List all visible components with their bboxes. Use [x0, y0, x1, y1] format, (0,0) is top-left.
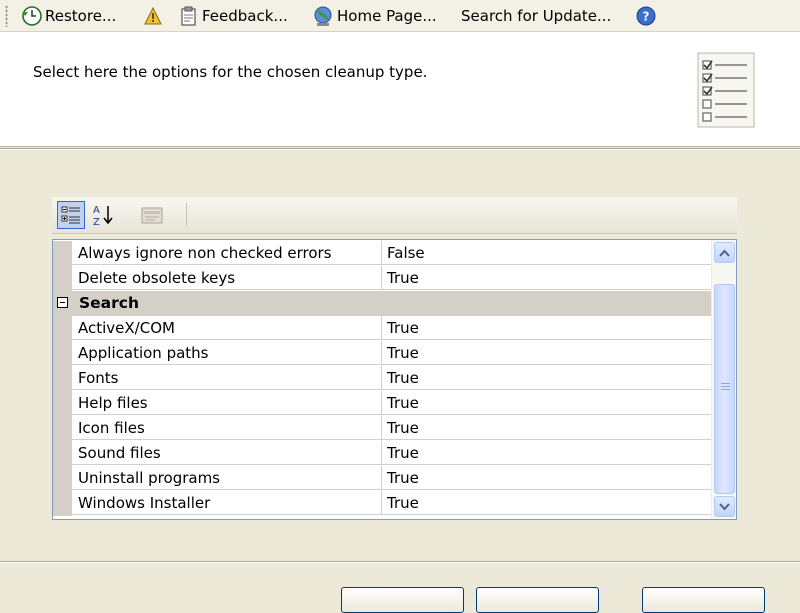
property-grid[interactable]: Always ignore non checked errors False Del… [52, 239, 737, 520]
row-margin [53, 441, 72, 466]
property-value[interactable]: True [382, 491, 711, 515]
property-grid-toolbar: A Z [52, 197, 737, 234]
home-page-label: Home Page... [337, 7, 437, 25]
property-value[interactable]: True [382, 466, 711, 490]
property-row[interactable]: Always ignore non checked errors False [53, 241, 711, 266]
row-margin [53, 416, 72, 441]
help-button[interactable]: ? [635, 2, 660, 30]
toolbar-grip[interactable] [5, 5, 8, 27]
property-name: Icon files [72, 416, 382, 440]
property-row[interactable]: Application paths True [53, 341, 711, 366]
alphabetical-sort-icon: A Z [93, 205, 113, 228]
svg-text:Z: Z [93, 217, 100, 228]
row-margin [53, 391, 72, 416]
property-name: Always ignore non checked errors [72, 241, 382, 265]
property-name: Help files [72, 391, 382, 415]
categorized-view-button[interactable] [57, 201, 85, 229]
dialog-button-1[interactable] [341, 587, 464, 613]
property-pages-icon [141, 207, 163, 224]
row-margin [53, 241, 72, 266]
property-name: Sound files [72, 441, 382, 465]
scroll-thumb[interactable] [714, 284, 735, 494]
feedback-label: Feedback... [202, 7, 288, 25]
category-label: Search [79, 294, 140, 312]
property-value[interactable]: True [382, 416, 711, 440]
property-row[interactable]: Windows Installer True [53, 491, 711, 516]
property-name: Fonts [72, 366, 382, 390]
category-row[interactable]: Search [53, 291, 711, 316]
property-pages-button[interactable] [138, 201, 166, 229]
property-value[interactable]: True [382, 391, 711, 415]
chevron-up-icon [719, 249, 730, 257]
bottom-separator [0, 561, 800, 563]
property-row[interactable]: Fonts True [53, 366, 711, 391]
separator [0, 148, 800, 150]
svg-text:?: ? [643, 10, 650, 24]
page-description: Select here the options for the chosen c… [33, 63, 428, 81]
home-page-button[interactable]: Home Page... [312, 2, 437, 30]
row-margin [53, 491, 72, 516]
collapse-icon[interactable] [57, 297, 68, 308]
dialog-button-3[interactable] [642, 587, 765, 613]
checklist-icon [697, 52, 755, 128]
property-name: Application paths [72, 341, 382, 365]
property-value[interactable]: True [382, 341, 711, 365]
property-value[interactable]: True [382, 366, 711, 390]
restore-clock-icon [22, 6, 42, 26]
dialog-button-2[interactable] [476, 587, 599, 613]
property-row[interactable]: Delete obsolete keys True [53, 266, 711, 291]
search-for-update-button[interactable]: Search for Update... [461, 2, 611, 30]
property-value[interactable]: True [382, 266, 711, 290]
scroll-up-button[interactable] [714, 242, 735, 263]
row-margin [53, 316, 72, 341]
scroll-down-button[interactable] [714, 496, 735, 517]
property-row[interactable]: Sound files True [53, 441, 711, 466]
feedback-button[interactable]: Feedback... [177, 2, 288, 30]
feedback-clipboard-icon [181, 6, 196, 26]
restore-button[interactable]: Restore... [20, 2, 116, 30]
search-for-update-label: Search for Update... [461, 7, 612, 25]
top-toolbar: Restore... Feedback... Home Page... Sear… [0, 0, 800, 32]
scroll-thumb-grip [721, 383, 730, 392]
property-value[interactable]: True [382, 441, 711, 465]
property-row[interactable]: Help files True [53, 391, 711, 416]
property-name: ActiveX/COM [72, 316, 382, 340]
row-margin [53, 341, 72, 366]
property-name: Delete obsolete keys [72, 266, 382, 290]
property-value[interactable]: True [382, 316, 711, 340]
wizard-icon [144, 6, 162, 25]
row-margin [53, 366, 72, 391]
help-icon: ? [636, 6, 656, 26]
chevron-down-icon [719, 502, 730, 510]
property-row[interactable]: Icon files True [53, 416, 711, 441]
alphabetical-sort-button[interactable]: A Z [90, 201, 118, 229]
property-name: Uninstall programs [72, 466, 382, 490]
property-row[interactable]: Uninstall programs True [53, 466, 711, 491]
header-panel: Select here the options for the chosen c… [0, 32, 800, 147]
toolbar-divider [186, 203, 187, 227]
vertical-scrollbar[interactable] [711, 240, 736, 519]
wizard-button[interactable] [142, 2, 167, 30]
row-margin [53, 466, 72, 491]
categorized-view-icon [61, 206, 80, 224]
svg-text:A: A [93, 205, 100, 216]
property-value[interactable]: False [382, 241, 711, 265]
property-name: Windows Installer [72, 491, 382, 515]
globe-icon [314, 6, 332, 26]
property-row[interactable]: ActiveX/COM True [53, 316, 711, 341]
restore-label: Restore... [45, 7, 117, 25]
row-margin [53, 266, 72, 291]
